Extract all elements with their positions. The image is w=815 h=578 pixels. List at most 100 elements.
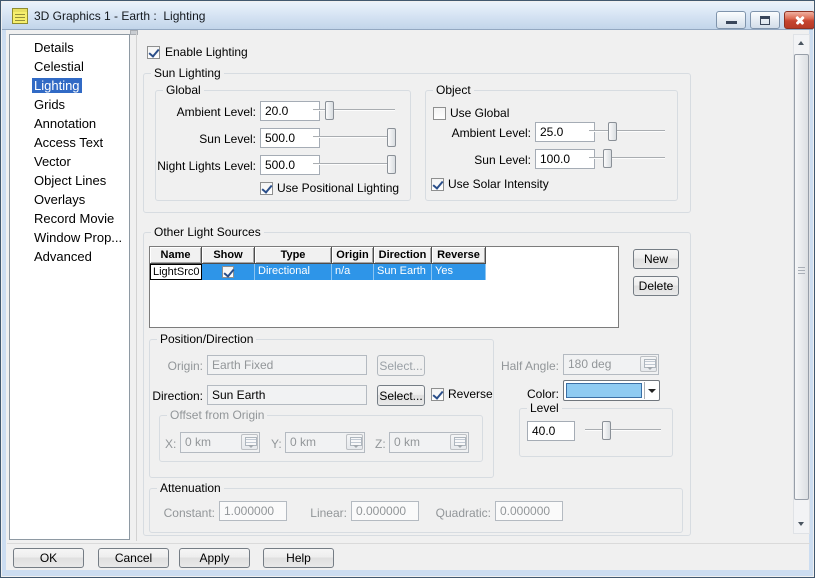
cell-origin[interactable]: n/a [332,264,374,280]
scrollbar-thumb[interactable] [794,54,809,500]
slider-track [589,157,665,159]
sidebar-item-overlays[interactable]: Overlays [10,190,129,209]
sidebar-item-label-selected: Lighting [32,78,82,93]
slider-thumb[interactable] [602,421,611,440]
attenuation-group-label: Attenuation [157,481,224,495]
reverse-checkbox[interactable] [431,388,444,401]
light-color-swatch [566,383,642,398]
level-input[interactable] [527,421,575,441]
cell-type[interactable]: Directional [255,264,332,280]
enable-lighting-checkbox[interactable] [147,46,160,59]
night-lights-level-slider[interactable] [313,155,395,174]
use-global-checkbox[interactable] [433,107,446,120]
object-ambient-level-slider[interactable] [589,122,665,141]
object-group-label: Object [433,83,474,97]
window-frame-left [2,30,6,576]
other-light-sources-group-label: Other Light Sources [151,225,264,239]
quadratic-label: Quadratic: [419,506,491,520]
global-ambient-level-slider[interactable] [313,101,395,120]
sidebar-item-access-text[interactable]: Access Text [10,133,129,152]
use-positional-lighting-checkbox[interactable] [260,182,273,195]
column-header-type: Type [255,247,332,264]
new-button[interactable]: New [633,249,679,269]
linear-label: Linear: [299,506,347,520]
sidebar-item-grids[interactable]: Grids [10,95,129,114]
color-dropdown[interactable] [563,380,660,401]
global-ambient-level-input[interactable] [260,101,320,121]
close-button[interactable] [784,11,815,29]
sidebar-item-vector[interactable]: Vector [10,152,129,171]
sidebar-item-lighting[interactable]: Lighting [10,76,129,95]
splitter-line [136,31,137,541]
column-header-name: Name [150,247,202,264]
half-angle-value: 180 deg [568,357,611,371]
table-row[interactable]: LightSrc0 Directional n/a Sun Earth Yes [150,264,618,280]
sidebar-item-window-properties[interactable]: Window Prop... [10,228,129,247]
sidebar-item-record-movie[interactable]: Record Movie [10,209,129,228]
scroll-down-button[interactable] [794,516,809,533]
sidebar-item-label: Details [34,40,74,55]
half-angle-label: Half Angle: [495,359,559,373]
offset-y-label: Y: [271,437,282,451]
origin-label: Origin: [146,359,203,373]
titlebar[interactable]: 3D Graphics 1 - Earth : Lighting [2,2,813,30]
level-slider[interactable] [585,421,661,440]
night-lights-level-input[interactable] [260,155,320,175]
direction-field[interactable]: Sun Earth [207,385,367,405]
column-header-origin: Origin [332,247,374,264]
direction-select-button[interactable]: Select... [377,385,425,406]
ok-button[interactable]: OK [13,548,84,568]
delete-button[interactable]: Delete [633,276,679,296]
offset-from-origin-group-label: Offset from Origin [167,408,267,422]
cell-reverse[interactable]: Yes [432,264,486,280]
slider-track [313,136,395,138]
numpad-icon [241,434,258,450]
maximize-button[interactable] [750,11,780,29]
slider-thumb[interactable] [325,101,334,120]
cell-direction[interactable]: Sun Earth [374,264,432,280]
apply-button[interactable]: Apply [179,548,250,568]
cell-show[interactable] [202,264,255,280]
scroll-up-button[interactable] [794,35,809,52]
offset-z-label: Z: [375,437,386,451]
help-button[interactable]: Help [263,548,334,568]
sidebar-item-details[interactable]: Details [10,38,129,57]
global-sun-level-slider[interactable] [313,128,395,147]
sidebar-item-label: Access Text [34,135,103,150]
offset-z-field: 0 km [389,432,469,453]
linear-field: 0.000000 [351,501,419,521]
sidebar-item-celestial[interactable]: Celestial [10,57,129,76]
column-header-direction: Direction [374,247,432,264]
constant-field: 1.000000 [219,501,287,521]
sidebar-item-annotation[interactable]: Annotation [10,114,129,133]
slider-thumb[interactable] [387,128,396,147]
chevron-down-icon [648,389,656,393]
sidebar-item-label: Annotation [34,116,96,131]
minimize-button[interactable] [716,11,746,29]
object-ambient-level-input[interactable] [535,122,595,142]
sidebar-item-label: Advanced [34,249,92,264]
object-sun-level-input[interactable] [535,149,595,169]
vertical-scrollbar[interactable] [793,34,810,534]
cell-name[interactable]: LightSrc0 [150,264,202,280]
sidebar-item-label: Overlays [34,192,85,207]
night-lights-level-label: Night Lights Level: [151,159,256,173]
sidebar-item-advanced[interactable]: Advanced [10,247,129,266]
slider-thumb[interactable] [387,155,396,174]
object-ambient-level-label: Ambient Level: [421,126,531,140]
sidebar-item-object-lines[interactable]: Object Lines [10,171,129,190]
show-checkbox[interactable] [222,266,234,278]
use-solar-intensity-checkbox[interactable] [431,178,444,191]
slider-thumb[interactable] [603,149,612,168]
sidebar-item-label: Record Movie [34,211,114,226]
slider-thumb[interactable] [608,122,617,141]
offset-z-value: 0 km [394,435,420,449]
column-header-show: Show [202,247,255,264]
offset-x-field: 0 km [180,432,260,453]
global-sun-level-input[interactable] [260,128,320,148]
cancel-button[interactable]: Cancel [98,548,169,568]
object-sun-level-slider[interactable] [589,149,665,168]
table-header-row: Name Show Type Origin Direction Reverse [150,247,618,264]
footer-separator [7,543,810,544]
light-sources-table: Name Show Type Origin Direction Reverse … [149,246,619,328]
